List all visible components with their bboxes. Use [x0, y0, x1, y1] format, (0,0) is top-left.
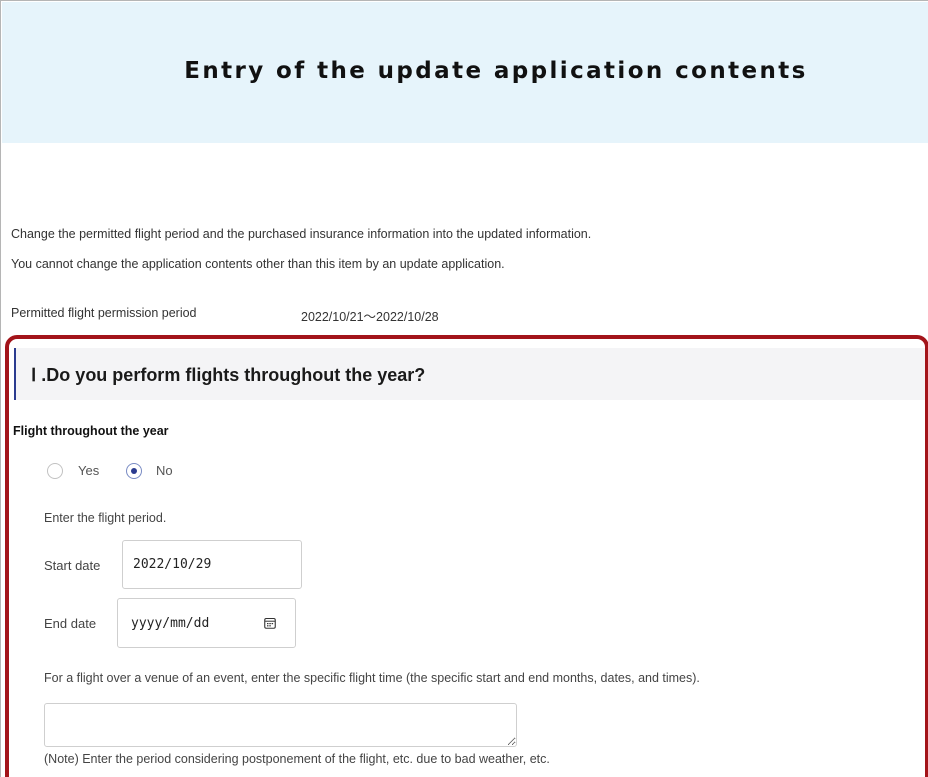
calendar-icon[interactable]: [264, 617, 276, 629]
section-title: Ⅰ .Do you perform flights throughout the…: [31, 365, 426, 385]
start-date-input[interactable]: [122, 540, 302, 589]
radio-no-label[interactable]: No: [156, 463, 173, 478]
radio-yes[interactable]: [47, 463, 63, 479]
update-application-page: Entry of the update application contents…: [0, 0, 928, 777]
permitted-period-value: 2022/10/21～2022/10/28: [301, 310, 439, 324]
weather-note: (Note) Enter the period considering post…: [44, 752, 550, 766]
event-flight-time-textarea[interactable]: [44, 703, 517, 747]
event-flight-time-prompt: For a flight over a venue of an event, e…: [44, 671, 700, 685]
intro-text-line-2: You cannot change the application conten…: [11, 257, 505, 271]
end-date-placeholder: yyyy/mm/dd: [131, 616, 210, 631]
end-date-label: End date: [44, 616, 97, 631]
page-title: Entry of the update application contents: [184, 58, 808, 84]
radio-yes-label[interactable]: Yes: [78, 463, 99, 478]
flight-period-prompt: Enter the flight period.: [44, 511, 167, 525]
flight-throughout-year-label: Flight throughout the year: [13, 424, 169, 438]
intro-text-line-1: Change the permitted flight period and t…: [11, 227, 592, 241]
start-date-label: Start date: [44, 558, 101, 573]
permitted-period-label: Permitted flight permission period: [11, 306, 197, 320]
end-date-input[interactable]: yyyy/mm/dd: [117, 598, 296, 648]
radio-no[interactable]: [126, 463, 142, 479]
